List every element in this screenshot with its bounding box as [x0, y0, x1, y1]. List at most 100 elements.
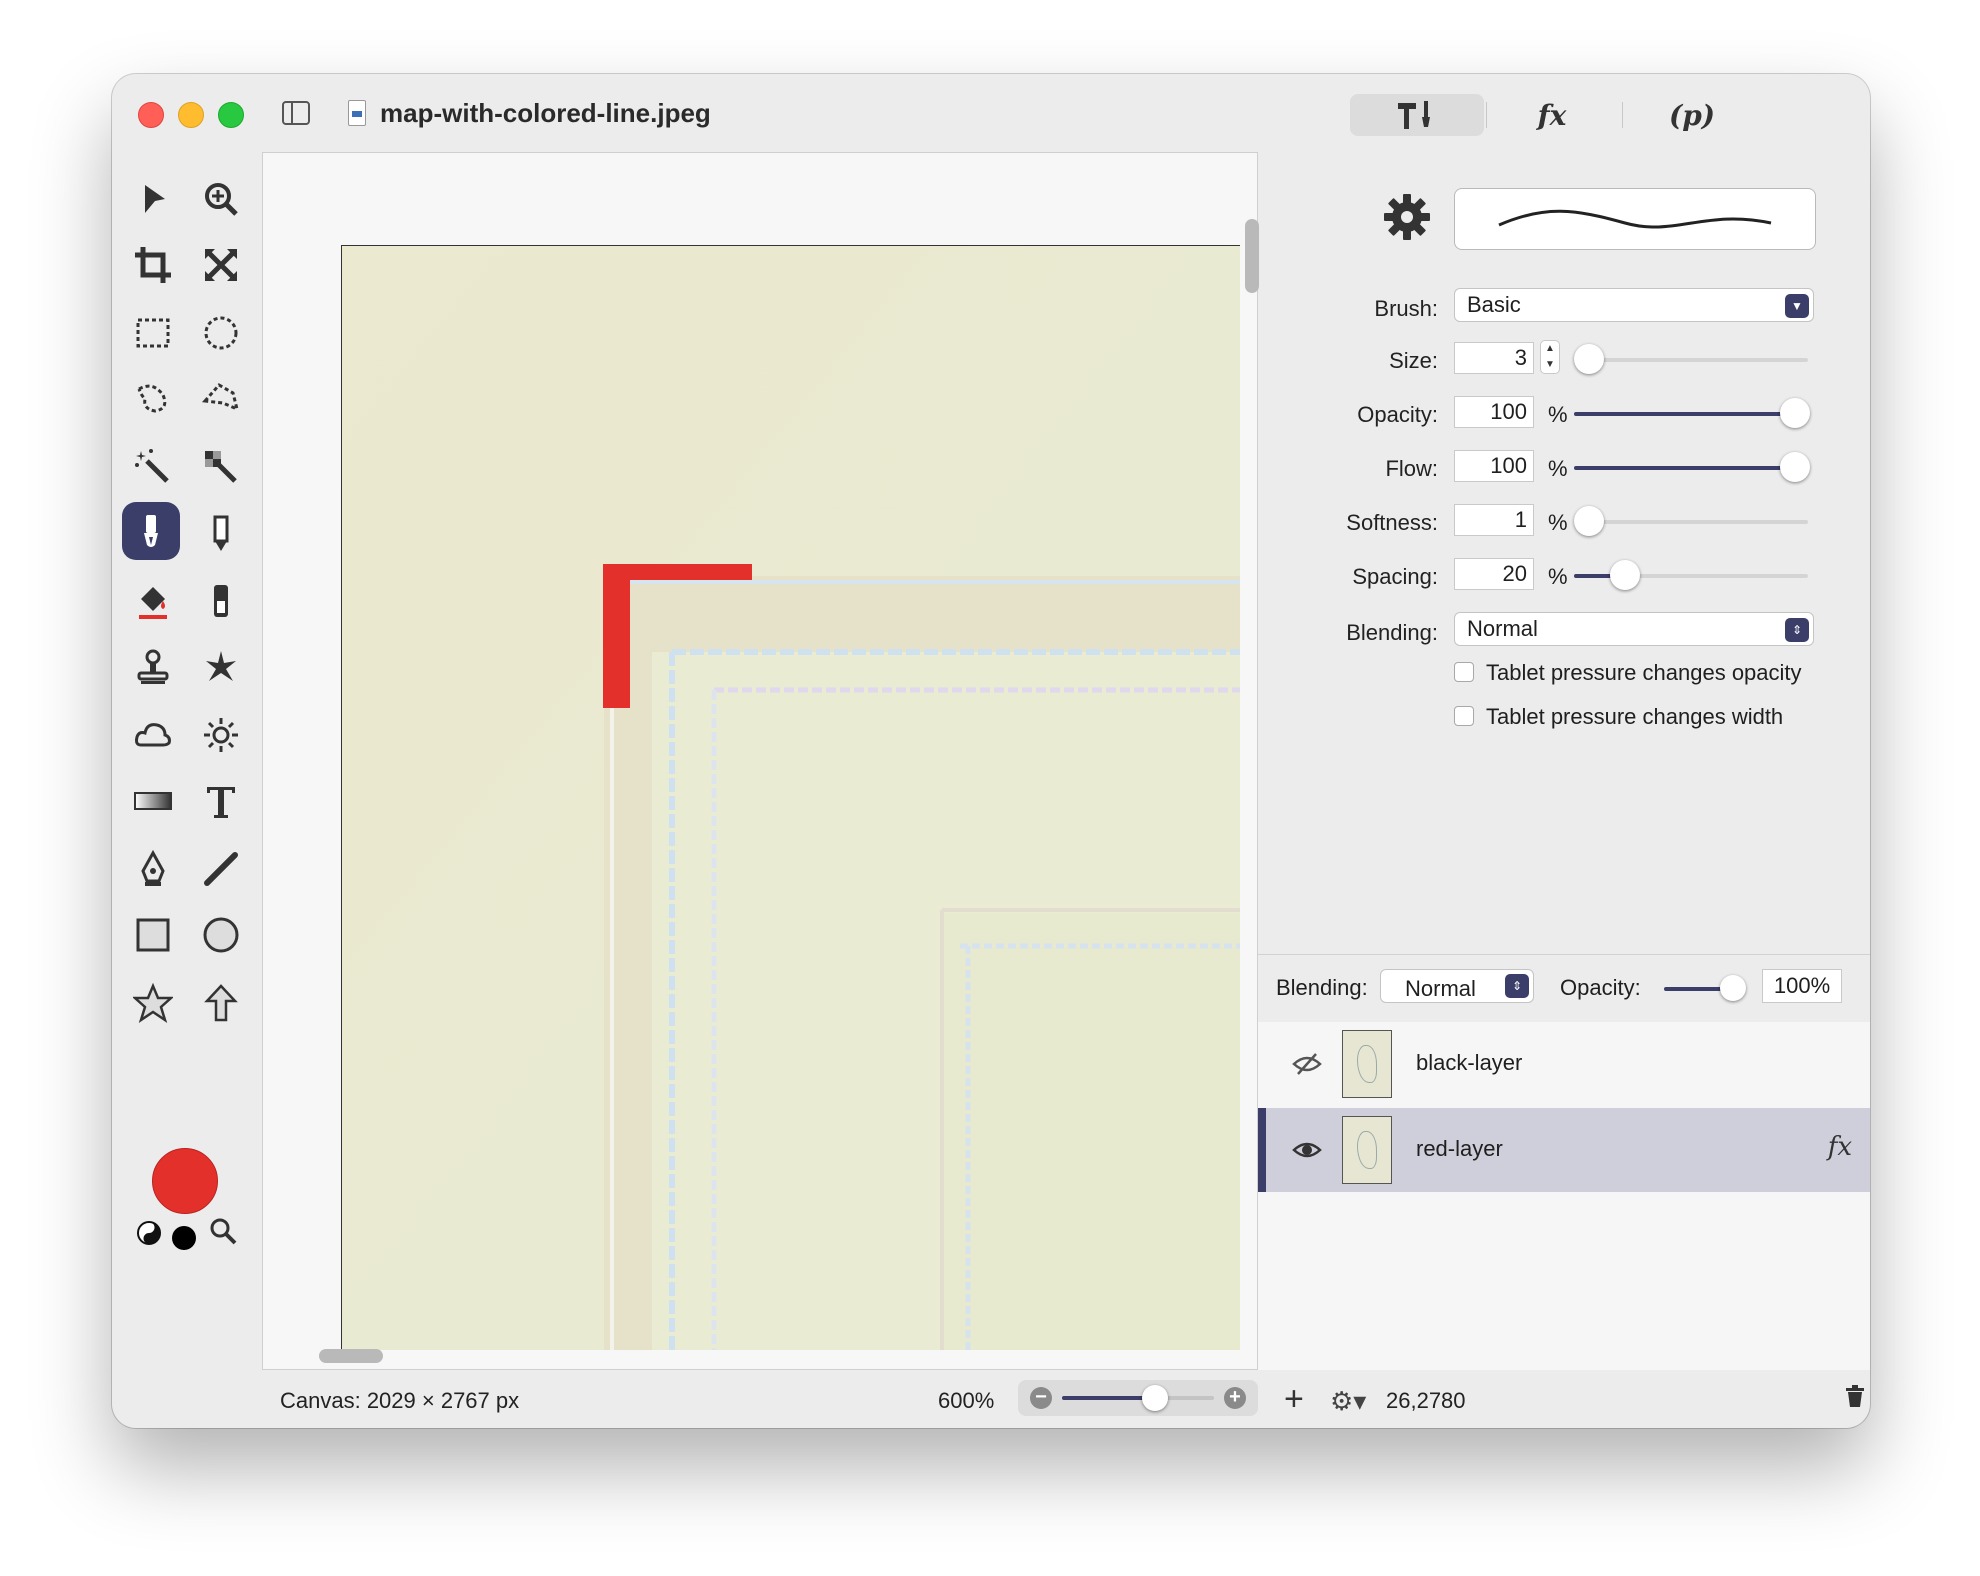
magic-wand-icon [135, 449, 169, 483]
size-slider[interactable] [1574, 344, 1808, 374]
opacity-slider-knob[interactable] [1780, 398, 1810, 428]
sidebar-toggle-icon[interactable] [282, 101, 310, 125]
arrow-cursor-icon [145, 185, 165, 213]
retouch-tool[interactable] [192, 638, 250, 696]
arrow-shape-tool[interactable] [192, 974, 250, 1032]
app-window: map-with-colored-line.jpeg fx (p) Brush:… [112, 74, 1870, 1428]
polygon-lasso-icon [201, 383, 240, 412]
layer-thumbnail [1342, 1116, 1392, 1184]
spacing-input[interactable]: 20 [1454, 558, 1534, 590]
blur-tool[interactable] [124, 706, 182, 764]
zoom-tool[interactable] [192, 170, 250, 228]
softness-slider-knob[interactable] [1574, 506, 1604, 536]
size-row: Size: 3 ▲ ▼ [1258, 340, 1870, 380]
blending-select[interactable]: Normal ⇕ [1454, 612, 1814, 646]
trash-icon[interactable] [1844, 1384, 1866, 1415]
color-select-tool[interactable] [192, 438, 250, 496]
arrow-tool[interactable] [124, 170, 182, 228]
flow-slider-knob[interactable] [1780, 452, 1810, 482]
opacity-slider[interactable] [1574, 398, 1810, 428]
zoom-slider-fill [1062, 1396, 1154, 1400]
spacing-slider-knob[interactable] [1610, 560, 1640, 590]
zoom-out-icon[interactable]: − [1030, 1387, 1052, 1409]
softness-slider[interactable] [1574, 506, 1808, 536]
gradient-tool[interactable] [124, 772, 182, 830]
image-canvas[interactable] [341, 245, 1240, 1350]
flow-input[interactable]: 100 [1454, 450, 1534, 482]
zoom-in-icon[interactable]: + [1224, 1387, 1246, 1409]
add-layer-icon[interactable]: + [1284, 1380, 1304, 1419]
tab-tools[interactable] [1350, 94, 1484, 136]
vertical-scrollbar[interactable] [1245, 219, 1259, 293]
brush-settings-gear-icon[interactable] [1382, 192, 1432, 242]
eraser-tool[interactable] [192, 572, 250, 630]
magic-wand-tool[interactable] [124, 438, 182, 496]
lasso-tool[interactable] [124, 370, 182, 428]
window-title: map-with-colored-line.jpeg [380, 98, 711, 128]
polygon-lasso-tool[interactable] [192, 370, 250, 428]
minimize-window-button[interactable] [178, 102, 204, 128]
brush-label: Brush: [1374, 296, 1438, 321]
size-input[interactable]: 3 [1454, 342, 1534, 374]
crop-tool[interactable] [124, 236, 182, 294]
opacity-percent: % [1548, 402, 1568, 427]
zoom-window-button[interactable] [218, 102, 244, 128]
ellipse-select-tool[interactable] [192, 304, 250, 362]
softness-label: Softness: [1346, 510, 1438, 535]
size-slider-knob[interactable] [1574, 344, 1604, 374]
pen-tool[interactable] [124, 840, 182, 898]
blending-row: Blending: Normal ⇕ [1258, 612, 1870, 652]
size-stepper[interactable]: ▲ ▼ [1540, 340, 1560, 374]
line-tool[interactable] [192, 840, 250, 898]
pencil-icon [213, 515, 229, 551]
tablet-width-checkbox[interactable] [1454, 706, 1474, 726]
layer-options-gear-icon[interactable]: ⚙▾ [1330, 1386, 1366, 1417]
tab-effects[interactable]: fx [1488, 94, 1616, 136]
layer-row-red[interactable]: red-layer fx [1258, 1108, 1870, 1192]
hammer-brush-icon [1398, 101, 1430, 129]
paint-bucket-tool[interactable] [124, 572, 182, 630]
clone-stamp-tool[interactable] [124, 638, 182, 696]
transform-tool[interactable] [192, 236, 250, 294]
layer-fx-button[interactable]: fx [1828, 1132, 1852, 1162]
sun-icon [204, 718, 238, 752]
color-picker-magnifier-icon[interactable] [208, 1216, 238, 1251]
text-tool[interactable] [192, 772, 250, 830]
canvas-viewport[interactable] [262, 152, 1259, 1370]
zoom-slider-knob[interactable] [1142, 1385, 1168, 1411]
eye-hidden-icon[interactable] [1292, 1050, 1322, 1078]
horizontal-scrollbar[interactable] [319, 1349, 383, 1363]
spacing-slider[interactable] [1574, 560, 1808, 590]
layer-opacity-slider[interactable] [1664, 975, 1746, 1001]
star-shape-tool[interactable] [124, 974, 182, 1032]
tablet-opacity-checkbox[interactable] [1454, 662, 1474, 682]
zoom-slider[interactable] [1062, 1385, 1214, 1411]
layer-opacity-slider-knob[interactable] [1720, 975, 1746, 1001]
opacity-input[interactable]: 100 [1454, 396, 1534, 428]
tab-properties[interactable]: (p) [1628, 94, 1756, 136]
chevron-updown-icon: ⇕ [1785, 618, 1809, 642]
layer-row-black[interactable]: black-layer [1258, 1022, 1870, 1106]
document-icon [348, 100, 366, 126]
checker-wand-icon [205, 451, 237, 483]
softness-input[interactable]: 1 [1454, 504, 1534, 536]
secondary-color-swatch[interactable] [172, 1226, 196, 1250]
layers-list: black-layer red-layer fx [1258, 1022, 1870, 1370]
ellipse-shape-tool[interactable] [192, 906, 250, 964]
layer-blending-select[interactable]: Normal ⇕ [1380, 969, 1534, 1003]
rect-select-tool[interactable] [124, 304, 182, 362]
brush-select[interactable]: Basic ▼ [1454, 288, 1814, 322]
brush-inspector: Brush: Basic ▼ Size: 3 ▲ ▼ Opacity: 100 % [1258, 152, 1870, 954]
brush-tool[interactable] [122, 502, 180, 560]
swap-colors-icon[interactable] [136, 1220, 162, 1251]
tablet-width-label: Tablet pressure changes width [1486, 704, 1784, 729]
close-window-button[interactable] [138, 102, 164, 128]
layer-opacity-input[interactable]: 100% [1762, 969, 1842, 1003]
size-label: Size: [1389, 348, 1438, 373]
flow-slider[interactable] [1574, 452, 1810, 482]
rectangle-shape-tool[interactable] [124, 906, 182, 964]
dodge-tool[interactable] [192, 706, 250, 764]
primary-color-swatch[interactable] [152, 1148, 218, 1214]
pencil-tool[interactable] [192, 504, 250, 562]
eye-visible-icon[interactable] [1292, 1136, 1322, 1164]
